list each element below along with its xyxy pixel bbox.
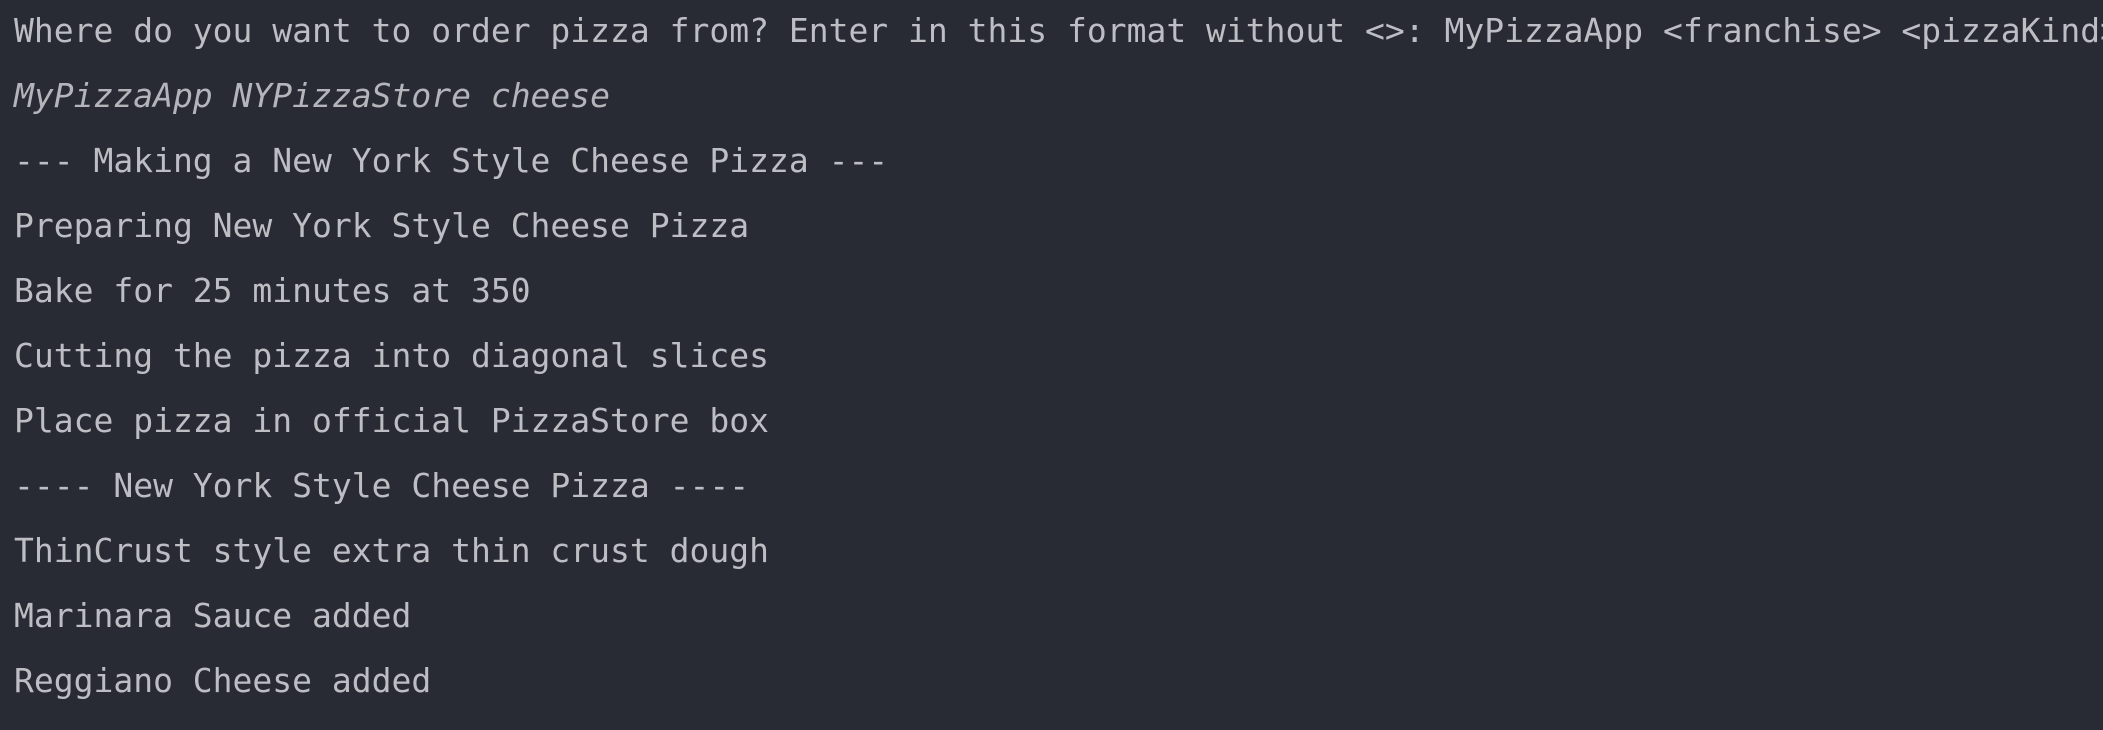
output-line: --- Making a New York Style Cheese Pizza…: [14, 141, 889, 180]
output-line: Bake for 25 minutes at 350: [14, 271, 531, 310]
output-line: Reggiano Cheese added: [14, 661, 432, 700]
output-line: Marinara Sauce added: [14, 596, 412, 635]
output-line: ThinCrust style extra thin crust dough: [14, 531, 769, 570]
user-input-line[interactable]: MyPizzaApp NYPizzaStore cheese: [0, 73, 2103, 138]
output-line: Cutting the pizza into diagonal slices: [14, 336, 769, 375]
output-line: ---- New York Style Cheese Pizza ----: [14, 466, 750, 505]
run-console-output: Where do you want to order pizza from? E…: [0, 0, 2103, 730]
output-line: Preparing New York Style Cheese Pizza: [14, 206, 750, 245]
output-line: Place pizza in official PizzaStore box: [14, 401, 769, 440]
prompt-line: Where do you want to order pizza from? E…: [14, 11, 2103, 50]
